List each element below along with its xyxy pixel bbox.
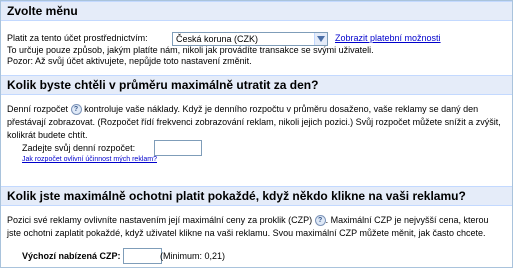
currency-note: To určuje pouze způsob, jakým platíte ná…	[7, 45, 374, 55]
show-payment-options-link[interactable]: Zobrazit platební možnosti	[335, 33, 441, 44]
daily-budget-input[interactable]	[154, 140, 202, 156]
currency-selected-value: Česká koruna (CZK)	[176, 34, 259, 44]
default-cpc-label: Výchozí nabízená CZP:	[22, 251, 121, 261]
cpc-minimum-note: (Minimum: 0,21)	[160, 251, 226, 261]
budget-description-start: Denní rozpočet	[7, 104, 69, 114]
budget-description: Denní rozpočet ? kontroluje vaše náklady…	[7, 103, 503, 142]
budget-section-heading: Kolik byste chtěli v průměru maximálně u…	[1, 75, 512, 95]
daily-budget-label: Zadejte svůj denní rozpočet:	[22, 143, 136, 153]
cpc-description: Pozici své reklamy ovlivníte nastavením …	[7, 214, 503, 240]
chevron-down-icon[interactable]	[314, 33, 327, 45]
budget-effect-link[interactable]: Jak rozpočet ovlivní účinnost mých rekla…	[22, 154, 157, 165]
currency-select[interactable]: Česká koruna (CZK)	[172, 32, 328, 46]
help-icon[interactable]: ?	[70, 104, 82, 116]
pay-via-label: Platit za tento účet prostřednictvím:	[7, 33, 148, 43]
help-icon[interactable]: ?	[314, 215, 326, 227]
cpc-section-heading: Kolik jste maximálně ochotni platit poka…	[1, 186, 512, 206]
budget-description-rest: kontroluje vaše náklady. Když je denního…	[7, 104, 501, 140]
cpc-description-start: Pozici své reklamy ovlivníte nastavením …	[7, 215, 313, 225]
currency-warning: Pozor: Až svůj účet aktivujete, nepůjde …	[7, 56, 252, 66]
default-cpc-input[interactable]	[123, 248, 162, 264]
currency-section-heading: Zvolte měnu	[1, 1, 512, 21]
